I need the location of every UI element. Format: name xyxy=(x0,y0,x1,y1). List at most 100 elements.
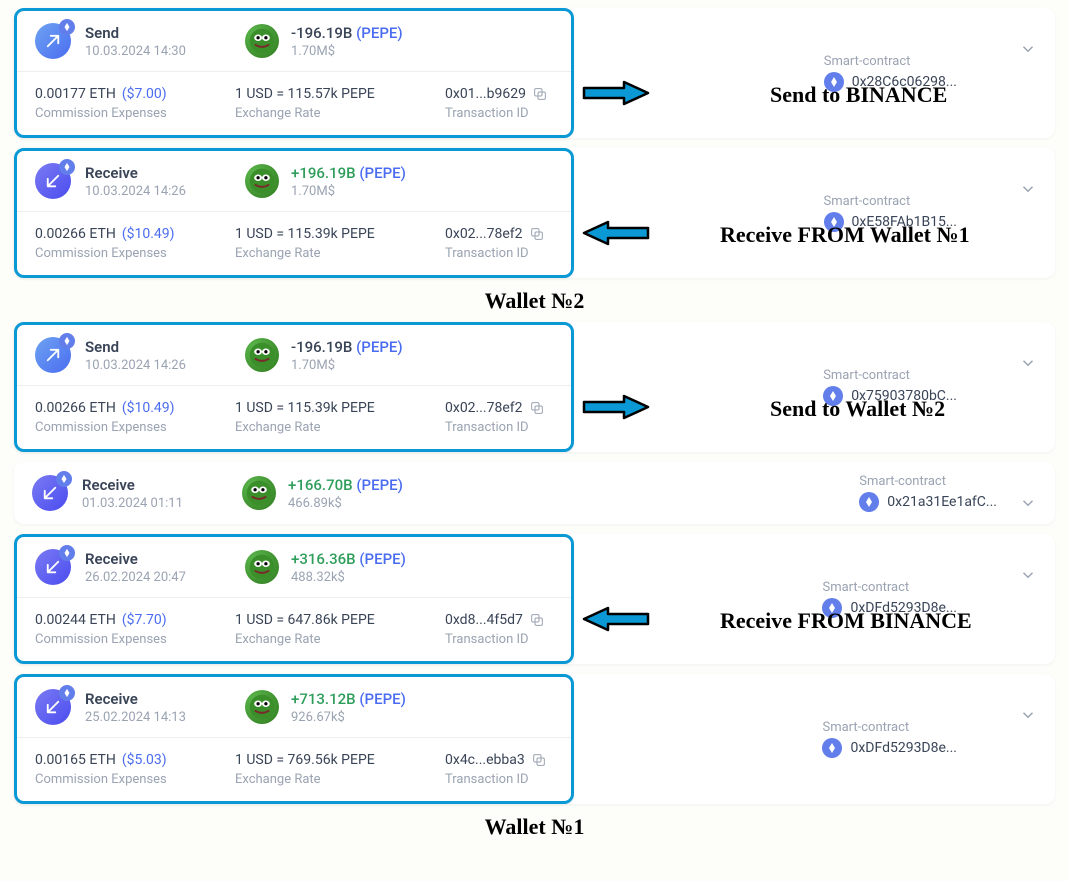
transaction-type: Receive xyxy=(82,476,242,494)
receive-icon xyxy=(35,549,71,585)
commission-usd: ($7.00) xyxy=(122,86,167,102)
transaction-amount: -196.19B xyxy=(291,338,352,356)
transaction-header: Send10.03.2024 14:30-196.19B (PEPE)1.70M… xyxy=(17,11,571,72)
expand-button[interactable] xyxy=(1019,566,1037,588)
commission-usd: ($10.49) xyxy=(122,400,175,416)
smart-contract-label: Smart-contract xyxy=(822,580,957,595)
pepe-coin-icon xyxy=(245,690,279,724)
exchange-rate-value: 1 USD = 115.57k PEPE xyxy=(235,86,415,102)
commission-label: Commission Expenses xyxy=(35,632,205,647)
transaction-details: 0.00266 ETH ($10.49)Commission Expenses1… xyxy=(17,212,571,275)
transaction-amount-usd: 466.89k$ xyxy=(288,496,403,511)
exchange-rate-value: 1 USD = 769.56k PEPE xyxy=(235,752,415,768)
copy-icon[interactable] xyxy=(529,400,545,416)
txid-label: Transaction ID xyxy=(445,246,605,261)
transaction-card: Receive 10.03.2024 14:26 +196.19B (PEPE) 1.… xyxy=(14,148,574,278)
smart-contract-label: Smart-contract xyxy=(859,474,997,489)
ticker-link[interactable]: (PEPE) xyxy=(356,476,403,494)
expand-button[interactable] xyxy=(1019,354,1037,376)
commission-usd: ($10.49) xyxy=(122,226,175,242)
transaction-header: Receive25.02.2024 14:13+713.12B (PEPE)92… xyxy=(17,677,571,738)
smart-contract-block: Smart-contract 0x21a31Ee1afC... xyxy=(859,474,997,512)
ethereum-badge-icon xyxy=(59,685,75,701)
ethereum-badge-icon xyxy=(59,159,75,175)
ticker-link[interactable]: (PEPE) xyxy=(356,338,403,356)
txid-label: Transaction ID xyxy=(445,772,605,787)
receive-icon xyxy=(32,475,68,511)
annotation-label: Receive FROM BINANCE xyxy=(720,608,972,634)
smart-contract-address[interactable]: 0x21a31Ee1afC... xyxy=(887,494,997,510)
pepe-coin-icon xyxy=(245,164,279,198)
ethereum-badge-icon xyxy=(59,545,75,561)
wallet-section-label: Wallet №2 xyxy=(0,288,1069,314)
transaction-row: Send10.03.2024 14:30-196.19B (PEPE)1.70M… xyxy=(14,8,1055,138)
wallet-section-label: Wallet №1 xyxy=(0,814,1069,840)
annotation-label: Send to Wallet №2 xyxy=(770,396,945,422)
transaction-amount: +713.12B xyxy=(291,690,356,708)
transaction-amount-usd: 926.67k$ xyxy=(291,710,406,725)
transaction-row: Receive 10.03.2024 14:26 +196.19B (PEPE) 1.… xyxy=(14,148,1055,278)
transaction-type: Send xyxy=(85,338,245,356)
smart-contract-address[interactable]: 0xDFd5293D8e... xyxy=(850,740,957,756)
ticker-link[interactable]: (PEPE) xyxy=(356,24,403,42)
transaction-date: 10.03.2024 14:30 xyxy=(85,44,245,59)
transaction-amount-usd: 488.32k$ xyxy=(291,570,406,585)
commission-value: 0.00244 ETH xyxy=(35,612,116,628)
transaction-row: Send10.03.2024 14:26-196.19B (PEPE)1.70M… xyxy=(14,322,1055,452)
pepe-coin-icon xyxy=(245,550,279,584)
expand-button[interactable] xyxy=(1019,40,1037,62)
copy-icon[interactable] xyxy=(532,86,548,102)
transaction-amount: +196.19B xyxy=(291,164,356,182)
copy-icon[interactable] xyxy=(531,752,547,768)
annotation-label: Send to BINANCE xyxy=(770,82,947,108)
transaction-amount: +316.36B xyxy=(291,550,356,568)
commission-value: 0.00165 ETH xyxy=(35,752,116,768)
ethereum-icon xyxy=(859,492,879,512)
transaction-card: Receive26.02.2024 20:47+316.36B (PEPE)48… xyxy=(14,534,574,664)
ethereum-badge-icon xyxy=(56,471,72,487)
expand-button[interactable] xyxy=(1019,706,1037,728)
commission-usd: ($7.70) xyxy=(122,612,167,628)
commission-label: Commission Expenses xyxy=(35,420,205,435)
exchange-rate-label: Exchange Rate xyxy=(235,246,415,261)
commission-label: Commission Expenses xyxy=(35,772,205,787)
commission-value: 0.00177 ETH xyxy=(35,86,116,102)
transaction-header: Send10.03.2024 14:26-196.19B (PEPE)1.70M… xyxy=(17,325,571,386)
pepe-coin-icon xyxy=(245,24,279,58)
receive-icon xyxy=(35,689,71,725)
transaction-card: Send10.03.2024 14:26-196.19B (PEPE)1.70M… xyxy=(14,322,574,452)
copy-icon[interactable] xyxy=(529,612,545,628)
ticker-link[interactable]: (PEPE) xyxy=(359,164,406,182)
txid-value: 0xd8...4f5d7 xyxy=(445,612,523,628)
commission-value: 0.00266 ETH xyxy=(35,400,116,416)
transaction-amount-usd: 1.70M$ xyxy=(291,184,406,199)
exchange-rate-value: 1 USD = 115.39k PEPE xyxy=(235,226,415,242)
txid-value: 0x4c...ebba3 xyxy=(445,752,525,768)
transaction-row: Receive01.03.2024 01:11+166.70B (PEPE)46… xyxy=(14,462,1055,524)
ethereum-badge-icon xyxy=(59,333,75,349)
commission-label: Commission Expenses xyxy=(35,106,205,121)
transaction-row: Receive26.02.2024 20:47+316.36B (PEPE)48… xyxy=(14,534,1055,664)
ethereum-icon xyxy=(822,738,842,758)
txid-value: 0x02...78ef2 xyxy=(445,400,523,416)
txid-value: 0x02...78ef2 xyxy=(445,226,523,242)
pepe-coin-icon xyxy=(242,476,276,510)
transaction-type: Receive xyxy=(85,164,245,182)
expand-button[interactable] xyxy=(1019,180,1037,202)
expand-button[interactable] xyxy=(1019,494,1037,516)
transaction-header: Receive 10.03.2024 14:26 +196.19B (PEPE) 1.… xyxy=(17,151,571,212)
transaction-header: Receive26.02.2024 20:47+316.36B (PEPE)48… xyxy=(17,537,571,598)
copy-icon[interactable] xyxy=(529,226,545,242)
exchange-rate-label: Exchange Rate xyxy=(235,772,415,787)
commission-usd: ($5.03) xyxy=(122,752,167,768)
transaction-details: 0.00177 ETH ($7.00) Commission Expenses 1 … xyxy=(17,72,571,135)
transaction-details: 0.00244 ETH ($7.70)Commission Expenses1 … xyxy=(17,598,571,661)
transaction-type: Receive xyxy=(85,550,245,568)
transaction-amount: +166.70B xyxy=(288,476,353,494)
transaction-date: 10.03.2024 14:26 xyxy=(85,184,245,199)
ticker-link[interactable]: (PEPE) xyxy=(359,550,406,568)
ethereum-badge-icon xyxy=(59,19,75,35)
ticker-link[interactable]: (PEPE) xyxy=(359,690,406,708)
receive-icon xyxy=(35,163,71,199)
transaction-header: Receive01.03.2024 01:11+166.70B (PEPE)46… xyxy=(14,462,1055,524)
